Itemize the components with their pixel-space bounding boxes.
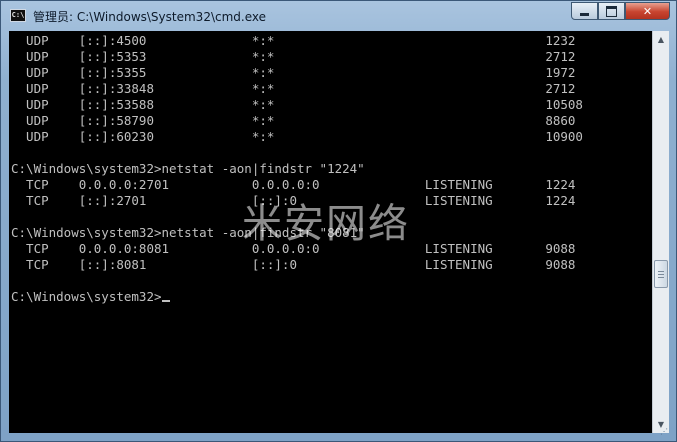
scrollbar-thumb[interactable] xyxy=(654,260,668,288)
console-output[interactable]: UDP [::]:4500 *:* 1232 UDP [::]:5353 *:*… xyxy=(9,31,652,433)
grip-line xyxy=(658,271,664,272)
resize-grip-icon[interactable]: ⋰ xyxy=(660,427,670,437)
command-line: C:\Windows\system32>netstat -aon|findstr… xyxy=(11,161,365,176)
close-icon: ✕ xyxy=(642,4,653,18)
close-button[interactable]: ✕ xyxy=(625,2,670,20)
cmd-icon[interactable]: C:\ xyxy=(10,9,26,22)
vertical-scrollbar[interactable]: ▲ ▼ xyxy=(652,31,669,433)
window-title: 管理员: C:\Windows\System32\cmd.exe xyxy=(33,10,266,24)
prompt-text: C:\Windows\system32> xyxy=(11,289,162,304)
grip-line xyxy=(658,277,664,278)
grip-line xyxy=(658,274,664,275)
console-line: UDP [::]:5355 *:* 1972 xyxy=(11,65,576,80)
minimize-icon xyxy=(580,12,589,16)
console-line: UDP [::]:60230 *:* 10900 xyxy=(11,129,583,144)
caption-buttons: ✕ xyxy=(571,2,670,21)
scroll-up-arrow-icon[interactable]: ▲ xyxy=(653,31,669,48)
console-line: TCP [::]:8081 [::]:0 LISTENING 9088 xyxy=(11,257,576,272)
watermark: 米安网络 xyxy=(242,201,410,247)
console-line: UDP [::]:4500 *:* 1232 xyxy=(11,33,576,48)
console-line: UDP [::]:5353 *:* 2712 xyxy=(11,49,576,64)
maximize-icon xyxy=(606,5,617,17)
text-cursor xyxy=(161,300,170,302)
console-line: UDP [::]:53588 *:* 10508 xyxy=(11,97,583,112)
prompt-line[interactable]: C:\Windows\system32> xyxy=(11,289,170,305)
title-bar[interactable]: C:\ 管理员: C:\Windows\System32\cmd.exe ✕ xyxy=(1,1,676,31)
minimize-button[interactable] xyxy=(571,2,598,20)
console-line: UDP [::]:33848 *:* 2712 xyxy=(11,81,576,96)
cmd-window: C:\ 管理员: C:\Windows\System32\cmd.exe ✕ U… xyxy=(0,0,677,442)
maximize-button[interactable] xyxy=(598,2,625,20)
console-line: UDP [::]:58790 *:* 8860 xyxy=(11,113,576,128)
